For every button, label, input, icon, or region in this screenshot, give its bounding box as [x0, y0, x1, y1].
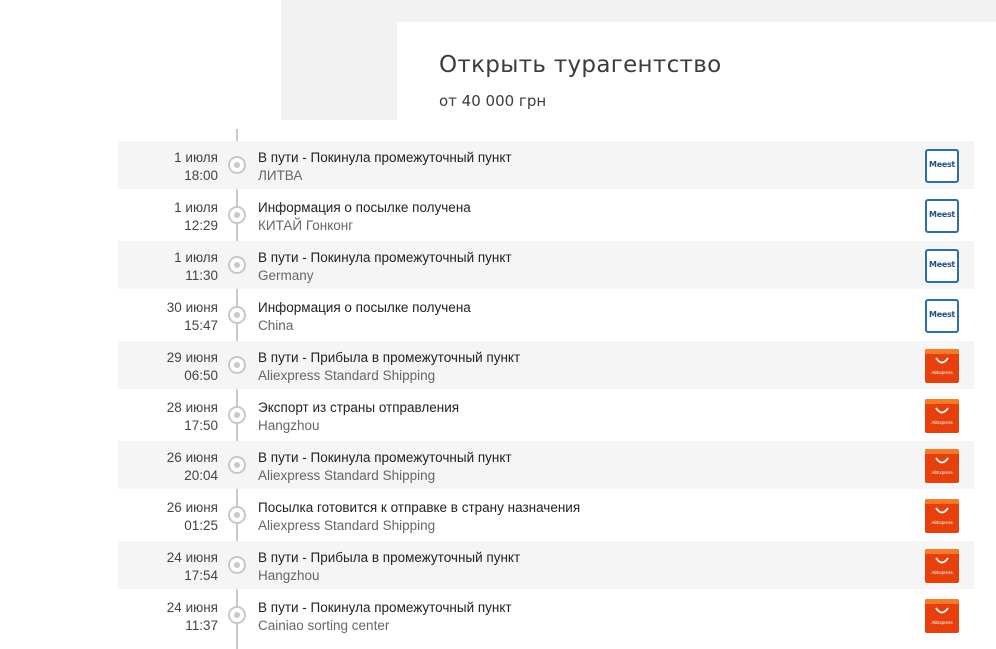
event-location: Aliexpress Standard Shipping [258, 468, 436, 483]
event-date: 28 июня [166, 400, 218, 415]
timeline-dot [228, 456, 246, 474]
event-time: 17:50 [184, 418, 218, 433]
timeline-dot [228, 406, 246, 424]
event-time: 18:00 [184, 168, 218, 183]
tracking-event-row: 1 июля 12:29 Информация о посылке получена… [118, 191, 974, 239]
timeline-dot [228, 506, 246, 524]
carrier-logo-text: Meest [929, 210, 955, 219]
event-status: В пути - Прибыла в промежуточный пункт [258, 550, 521, 565]
tracking-event-row: 1 июля 11:30 В пути - Покинула промежуточн… [118, 241, 974, 289]
event-time: 01:25 [184, 518, 218, 533]
event-location: Aliexpress Standard Shipping [258, 368, 436, 383]
event-datetime: 24 июня 17:54 [167, 549, 218, 585]
event-date: 30 июня [166, 300, 218, 315]
event-date: 24 июня [166, 550, 218, 565]
event-datetime: 1 июля 11:30 [174, 249, 218, 285]
tracking-event-row: 29 июня 06:50 В пути - Прибыла в промежуто… [118, 341, 974, 389]
event-time: 15:47 [184, 318, 218, 333]
aliexpress-logo-icon[interactable]: AliExpress [925, 549, 959, 583]
event-status: В пути - Прибыла в промежуточный пункт [258, 350, 521, 365]
aliexpress-logo-icon[interactable]: AliExpress [925, 349, 959, 383]
meest-logo-icon[interactable]: Meest [925, 299, 959, 333]
event-datetime: 24 июня 11:37 [167, 599, 218, 635]
carrier-logo-text: Meest [929, 310, 955, 319]
carrier-logo-text: AliExpress [931, 370, 953, 375]
carrier-logo-text: Meest [929, 260, 955, 269]
event-date: 26 июня [166, 500, 218, 515]
event-date: 1 июля [174, 150, 218, 165]
meest-logo-icon[interactable]: Meest [925, 199, 959, 233]
event-datetime: 1 июля 18:00 [174, 149, 218, 185]
ad-title[interactable]: Открыть турагентство [439, 52, 721, 78]
ad-price: от 40 000 грн [439, 92, 547, 110]
event-datetime: 26 июня 20:04 [167, 449, 218, 485]
event-time: 06:50 [184, 368, 218, 383]
tracking-event-row: 26 июня 01:25 Посылка готовится к отправке… [118, 491, 974, 539]
event-datetime: 29 июня 06:50 [167, 349, 218, 385]
event-time: 17:54 [184, 568, 218, 583]
aliexpress-logo-icon[interactable]: AliExpress [925, 499, 959, 533]
tracking-event-row: 30 июня 15:47 Информация о посылке получен… [118, 291, 974, 339]
carrier-logo-text: AliExpress [931, 470, 953, 475]
carrier-logo-text: AliExpress [931, 570, 953, 575]
timeline-dot [228, 556, 246, 574]
tracking-event-row: 1 июля 18:00 В пути - Покинула промежуточн… [118, 141, 974, 189]
carrier-logo-text: AliExpress [931, 620, 953, 625]
event-datetime: 28 июня 17:50 [167, 399, 218, 435]
event-status: Информация о посылке получена [258, 200, 471, 215]
meest-logo-icon[interactable]: Meest [925, 249, 959, 283]
event-date: 29 июня [166, 350, 218, 365]
meest-logo-icon[interactable]: Meest [925, 149, 959, 183]
tracking-timeline: 1 июля 18:00 В пути - Покинула промежуточн… [118, 129, 974, 649]
aliexpress-logo-icon[interactable]: AliExpress [925, 449, 959, 483]
event-location: Hangzhou [258, 418, 320, 433]
event-date: 1 июля [174, 250, 218, 265]
aliexpress-logo-icon[interactable]: AliExpress [925, 399, 959, 433]
event-location: Hangzhou [258, 568, 320, 583]
event-status: В пути - Покинула промежуточный пункт [258, 150, 512, 165]
event-location: China [258, 318, 294, 333]
event-date: 26 июня [166, 450, 218, 465]
event-status: Информация о посылке получена [258, 300, 471, 315]
timeline-dot [228, 206, 246, 224]
event-time: 12:29 [184, 218, 218, 233]
event-location: КИТАЙ Гонконг [258, 218, 354, 233]
tracking-event-row: 28 июня 17:50 Экспорт из страны отправлени… [118, 391, 974, 439]
timeline-dot [228, 156, 246, 174]
event-status: В пути - Покинула промежуточный пункт [258, 450, 512, 465]
event-location: ЛИТВА [258, 168, 303, 183]
timeline-dot [228, 256, 246, 274]
event-location: Germany [258, 268, 314, 283]
event-location: Aliexpress Standard Shipping [258, 518, 436, 533]
event-date: 1 июля [174, 200, 218, 215]
event-datetime: 26 июня 01:25 [167, 499, 218, 535]
timeline-dot [228, 606, 246, 624]
tracking-event-row: 24 июня 11:37 В пути - Покинула промежуточ… [118, 591, 974, 639]
tracking-event-row: 26 июня 20:04 В пути - Покинула промежуточ… [118, 441, 974, 489]
timeline-dot [228, 306, 246, 324]
carrier-logo-text: AliExpress [931, 520, 953, 525]
event-datetime: 1 июля 12:29 [174, 199, 218, 235]
event-status: В пути - Покинула промежуточный пункт [258, 250, 512, 265]
event-datetime: 30 июня 15:47 [167, 299, 218, 335]
event-location: Cainiao sorting center [258, 618, 390, 633]
event-status: Экспорт из страны отправления [258, 400, 460, 415]
carrier-logo-text: AliExpress [931, 420, 953, 425]
timeline-dot [228, 356, 246, 374]
aliexpress-logo-icon[interactable]: AliExpress [925, 599, 959, 633]
carrier-logo-text: Meest [929, 160, 955, 169]
event-time: 20:04 [184, 468, 218, 483]
tracking-event-row: 24 июня 17:54 В пути - Прибыла в промежуто… [118, 541, 974, 589]
event-status: Посылка готовится к отправке в страну на… [258, 500, 581, 515]
event-time: 11:37 [185, 618, 218, 633]
event-time: 11:30 [185, 268, 218, 283]
event-status: В пути - Покинула промежуточный пункт [258, 600, 512, 615]
ad-card[interactable]: Открыть турагентство от 40 000 грн [397, 22, 996, 120]
event-date: 24 июня [166, 600, 218, 615]
